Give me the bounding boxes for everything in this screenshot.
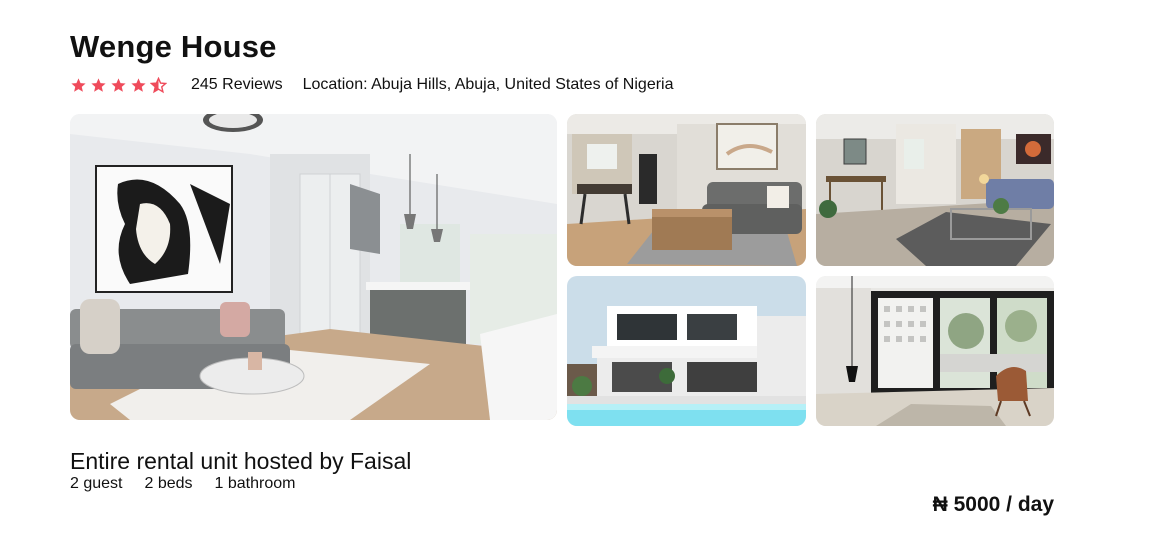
beds-count: 2 beds (144, 475, 193, 492)
price-per-day: ₦ 5000 / day (932, 493, 1054, 516)
star-icon (111, 77, 126, 92)
guests-count: 2 guest (70, 475, 123, 492)
bedroom-window-photo[interactable] (816, 276, 1054, 426)
listing-meta: 245 Reviews Location: Abuja Hills, Abuja… (70, 74, 674, 96)
rating-stars (70, 76, 167, 94)
star-icon (131, 77, 146, 92)
listing-title: Wenge House (70, 29, 277, 64)
bathrooms-count: 1 bathroom (214, 475, 296, 492)
modern-house-pool-photo[interactable] (567, 276, 806, 426)
star-icon (91, 77, 106, 92)
unit-details: 2 guest 2 beds 1 bathroom (70, 475, 295, 493)
living-dining-room-photo[interactable] (567, 114, 806, 266)
lounge-area-photo[interactable] (816, 114, 1054, 266)
star-icon (71, 77, 86, 92)
living-room-with-kitchen-photo[interactable] (70, 114, 557, 420)
location-text: Location: Abuja Hills, Abuja, United Sta… (302, 76, 674, 93)
reviews-link[interactable]: 245 Reviews (191, 76, 283, 94)
half-star-icon (150, 76, 167, 93)
unit-title: Entire rental unit hosted by Faisal (70, 448, 412, 474)
